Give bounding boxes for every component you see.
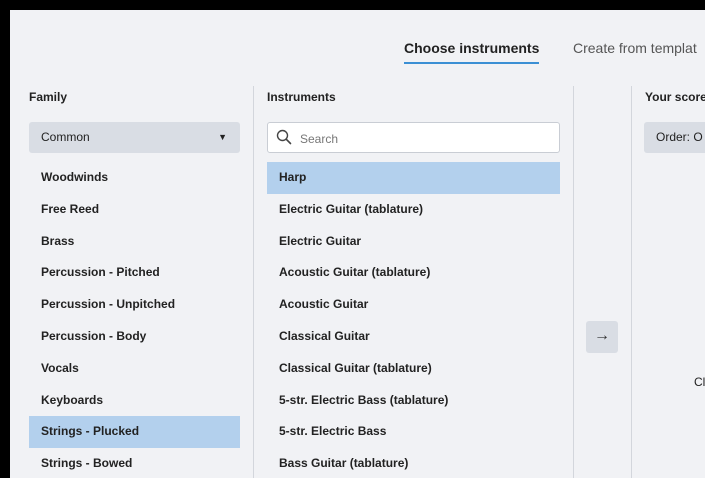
add-to-score-button[interactable]: → [586,321,618,353]
tab-choose-instruments[interactable]: Choose instruments [404,40,540,64]
column-divider [631,86,632,478]
family-list: Woodwinds Free Reed Brass Percussion - Pitc… [29,162,240,478]
your-score-heading: Your score [645,90,705,104]
family-heading: Family [29,90,68,104]
instrument-search-box [267,122,560,153]
instrument-list-item[interactable]: Classical Guitar (tablature) [267,353,560,385]
family-list-item[interactable]: Vocals [29,353,240,385]
family-list-item[interactable]: Woodwinds [29,162,240,194]
family-list-item[interactable]: Percussion - Pitched [29,257,240,289]
tab-bar: Choose instruments Create from templat [10,10,705,80]
family-list-item[interactable]: Strings - Plucked [29,416,240,449]
search-input[interactable] [298,127,552,150]
search-icon [276,129,292,145]
instrument-list-item[interactable]: Classical Guitar [267,321,560,353]
instrument-list-item[interactable]: Acoustic Guitar [267,289,560,321]
family-list-item[interactable]: Keyboards [29,385,240,417]
instrument-list-item[interactable]: Bass Guitar (tablature) [267,448,560,478]
family-list-item[interactable]: Brass [29,226,240,258]
tab-create-from-template[interactable]: Create from templat [573,40,697,56]
instrument-list-item[interactable]: Electric Guitar [267,226,560,258]
family-dropdown[interactable]: Common ▼ [29,122,240,153]
score-empty-message: Cl [694,375,705,389]
instruments-heading: Instruments [267,90,336,104]
tab-create-from-template-label: Create from templat [573,40,697,56]
active-tab-indicator [404,62,540,64]
family-list-item[interactable]: Percussion - Body [29,321,240,353]
instrument-list-item[interactable]: Harp [267,162,560,194]
column-divider [573,86,574,478]
instrument-list-item[interactable]: Electric Guitar (tablature) [267,194,560,226]
chevron-down-icon: ▼ [218,132,227,142]
family-dropdown-value: Common [41,130,90,144]
order-dropdown-value: Order: O [656,130,703,144]
order-dropdown[interactable]: Order: O [644,122,705,153]
family-list-item[interactable]: Percussion - Unpitched [29,289,240,321]
instrument-list-item[interactable]: Acoustic Guitar (tablature) [267,257,560,289]
instrument-list-item[interactable]: 5-str. Electric Bass (tablature) [267,385,560,417]
arrow-right-icon: → [594,327,610,344]
family-list-item[interactable]: Strings - Bowed [29,448,240,478]
tab-choose-instruments-label: Choose instruments [404,40,540,56]
instrument-list-item[interactable]: 5-str. Electric Bass [267,416,560,448]
instrument-list: Harp Electric Guitar (tablature) Electric … [267,162,560,478]
family-list-item[interactable]: Free Reed [29,194,240,226]
column-divider [253,86,254,478]
new-score-dialog: Choose instruments Create from templat F… [10,10,705,478]
